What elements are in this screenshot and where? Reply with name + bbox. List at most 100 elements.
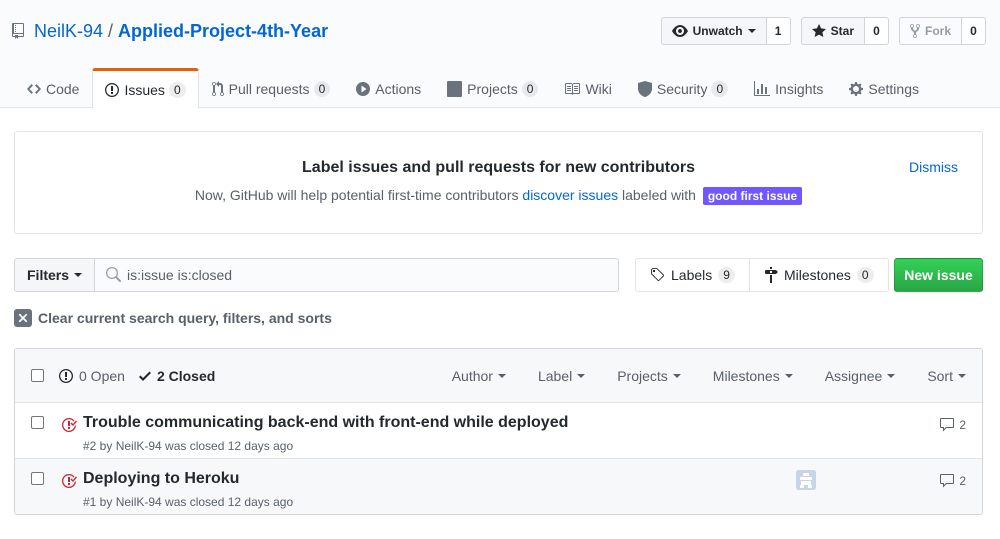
tab-insights[interactable]: Insights — [741, 68, 836, 108]
tab-projects[interactable]: Projects 0 — [434, 68, 551, 108]
shield-icon — [637, 81, 652, 97]
closed-issues-label: 2 Closed — [156, 368, 216, 384]
chevron-down-icon — [672, 374, 681, 378]
unwatch-label: Unwatch — [692, 24, 743, 38]
star-button[interactable]: Star — [800, 17, 865, 45]
labels-link[interactable]: Labels 9 — [635, 258, 750, 292]
issue-comments-link[interactable]: 2 — [939, 473, 966, 489]
repo-nav-tabs: Code Issues 0 Pull requests 0 Actions Pr… — [14, 68, 932, 109]
assignee-avatar[interactable] — [796, 470, 816, 490]
select-all-checkbox[interactable] — [31, 369, 44, 382]
assignee-dropdown[interactable]: Assignee — [825, 368, 896, 384]
tab-security[interactable]: Security 0 — [625, 68, 741, 108]
issue-comments-count: 2 — [959, 474, 966, 488]
issues-search-input[interactable]: is:issue is:closed — [95, 258, 619, 292]
tab-wiki-label: Wiki — [585, 81, 612, 97]
comment-icon — [940, 474, 955, 488]
issue-checkbox[interactable] — [31, 416, 44, 429]
labels-label: Labels — [671, 267, 713, 283]
filters-dropdown[interactable]: Filters — [14, 258, 96, 292]
tab-wiki[interactable]: Wiki — [551, 68, 624, 108]
tab-projects-label: Projects — [467, 81, 518, 97]
issue-title-link[interactable]: Deploying to Heroku — [83, 470, 239, 488]
tab-code[interactable]: Code — [14, 68, 92, 108]
author-dropdown[interactable]: Author — [452, 368, 506, 384]
project-icon — [447, 81, 463, 97]
tab-pull-requests[interactable]: Pull requests 0 — [199, 68, 344, 108]
star-icon — [811, 24, 826, 37]
repo-name-link[interactable]: Applied-Project-4th-Year — [118, 21, 328, 42]
watchers-count[interactable]: 1 — [766, 17, 791, 45]
watch-group: Unwatch 1 — [660, 17, 791, 45]
discover-issues-link[interactable]: discover issues — [522, 187, 618, 203]
forks-count[interactable]: 0 — [962, 17, 986, 45]
issues-list-header: 0 Open 2 Closed Author Label Projects Mi… — [15, 349, 982, 403]
tab-pull-requests-count: 0 — [313, 81, 331, 97]
labels-count: 9 — [718, 267, 735, 283]
tab-issues[interactable]: Issues 0 — [92, 68, 199, 109]
milestone-icon — [764, 267, 778, 283]
graph-icon — [754, 81, 771, 96]
sort-dropdown[interactable]: Sort — [927, 368, 966, 384]
issues-list: 0 Open 2 Closed Author Label Projects Mi… — [14, 348, 983, 515]
issues-filter-bar: Filters is:issue is:closed — [14, 258, 619, 292]
labels-milestones-nav: Labels 9 Milestones 0 — [635, 258, 889, 292]
clear-filters-link[interactable]: Clear current search query, filters, and… — [14, 309, 332, 327]
new-issue-button[interactable]: New issue — [894, 258, 983, 292]
issue-checkbox[interactable] — [31, 472, 44, 485]
tab-pull-requests-label: Pull requests — [228, 81, 310, 97]
tab-settings[interactable]: Settings — [836, 68, 932, 108]
unwatch-button[interactable]: Unwatch — [660, 17, 767, 45]
issue-row: Deploying to Heroku #1 by NeilK-94 was c… — [15, 459, 982, 514]
chevron-down-icon — [887, 374, 896, 378]
git-pull-request-icon — [211, 81, 224, 97]
good-first-issue-label[interactable]: good first issue — [702, 187, 803, 205]
banner-text: Now, GitHub will help potential first-ti… — [15, 187, 982, 205]
banner-text-after: labeled with — [618, 187, 700, 203]
issue-comments-count: 2 — [959, 418, 966, 432]
open-issues-label: 0 Open — [79, 368, 125, 384]
label-label: Label — [537, 368, 573, 384]
milestones-dropdown[interactable]: Milestones — [713, 368, 793, 384]
stargazers-count[interactable]: 0 — [864, 17, 889, 45]
comment-icon — [940, 418, 955, 432]
issue-meta: #1 by NeilK-94 was closed 12 days ago — [83, 495, 294, 509]
book-icon — [565, 83, 581, 95]
issue-row: Trouble communicating back-end with fron… — [15, 403, 982, 459]
closed-issues-link[interactable]: 2 Closed — [138, 368, 216, 384]
repo-actions: Unwatch 1 Star 0 Fork 0 — [651, 17, 986, 45]
open-issues-link[interactable]: 0 Open — [59, 368, 125, 384]
search-icon — [106, 267, 122, 282]
tab-security-label: Security — [656, 81, 708, 97]
fork-button[interactable]: Fork — [898, 17, 962, 45]
tab-issues-count: 0 — [168, 81, 186, 98]
repo-header: NeilK-94 / Applied-Project-4th-Year Unwa… — [0, 0, 1000, 109]
dismiss-button[interactable]: Dismiss — [909, 159, 958, 175]
milestones-count: 0 — [856, 267, 874, 283]
tab-projects-count: 0 — [521, 81, 539, 97]
first-contributors-banner: Label issues and pull requests for new c… — [14, 131, 983, 234]
author-label: Author — [451, 368, 493, 384]
filters-label: Filters — [27, 267, 70, 283]
chevron-down-icon — [577, 374, 586, 378]
banner-title: Label issues and pull requests for new c… — [302, 159, 695, 176]
repo-owner-link[interactable]: NeilK-94 — [34, 21, 103, 42]
issue-state-toggle: 0 Open 2 Closed — [59, 349, 229, 403]
tab-settings-label: Settings — [868, 81, 919, 97]
repo-separator: / — [108, 20, 114, 41]
tab-code-label: Code — [46, 81, 80, 97]
chevron-down-icon — [497, 374, 506, 378]
label-dropdown[interactable]: Label — [537, 368, 586, 384]
projects-dropdown[interactable]: Projects — [617, 368, 681, 384]
gear-icon — [849, 82, 864, 96]
tab-actions[interactable]: Actions — [343, 68, 434, 108]
avatar-identicon — [796, 470, 816, 490]
issue-filters-dropdowns: Author Label Projects Milestones Assigne… — [420, 349, 966, 403]
issue-closed-icon — [62, 473, 77, 488]
issue-comments-link[interactable]: 2 — [939, 417, 966, 433]
chevron-down-icon — [74, 273, 83, 277]
issue-closed-icon — [62, 417, 77, 432]
milestones-link[interactable]: Milestones 0 — [749, 258, 889, 292]
issue-opened-icon — [59, 369, 73, 383]
issue-title-link[interactable]: Trouble communicating back-end with fron… — [83, 414, 568, 432]
